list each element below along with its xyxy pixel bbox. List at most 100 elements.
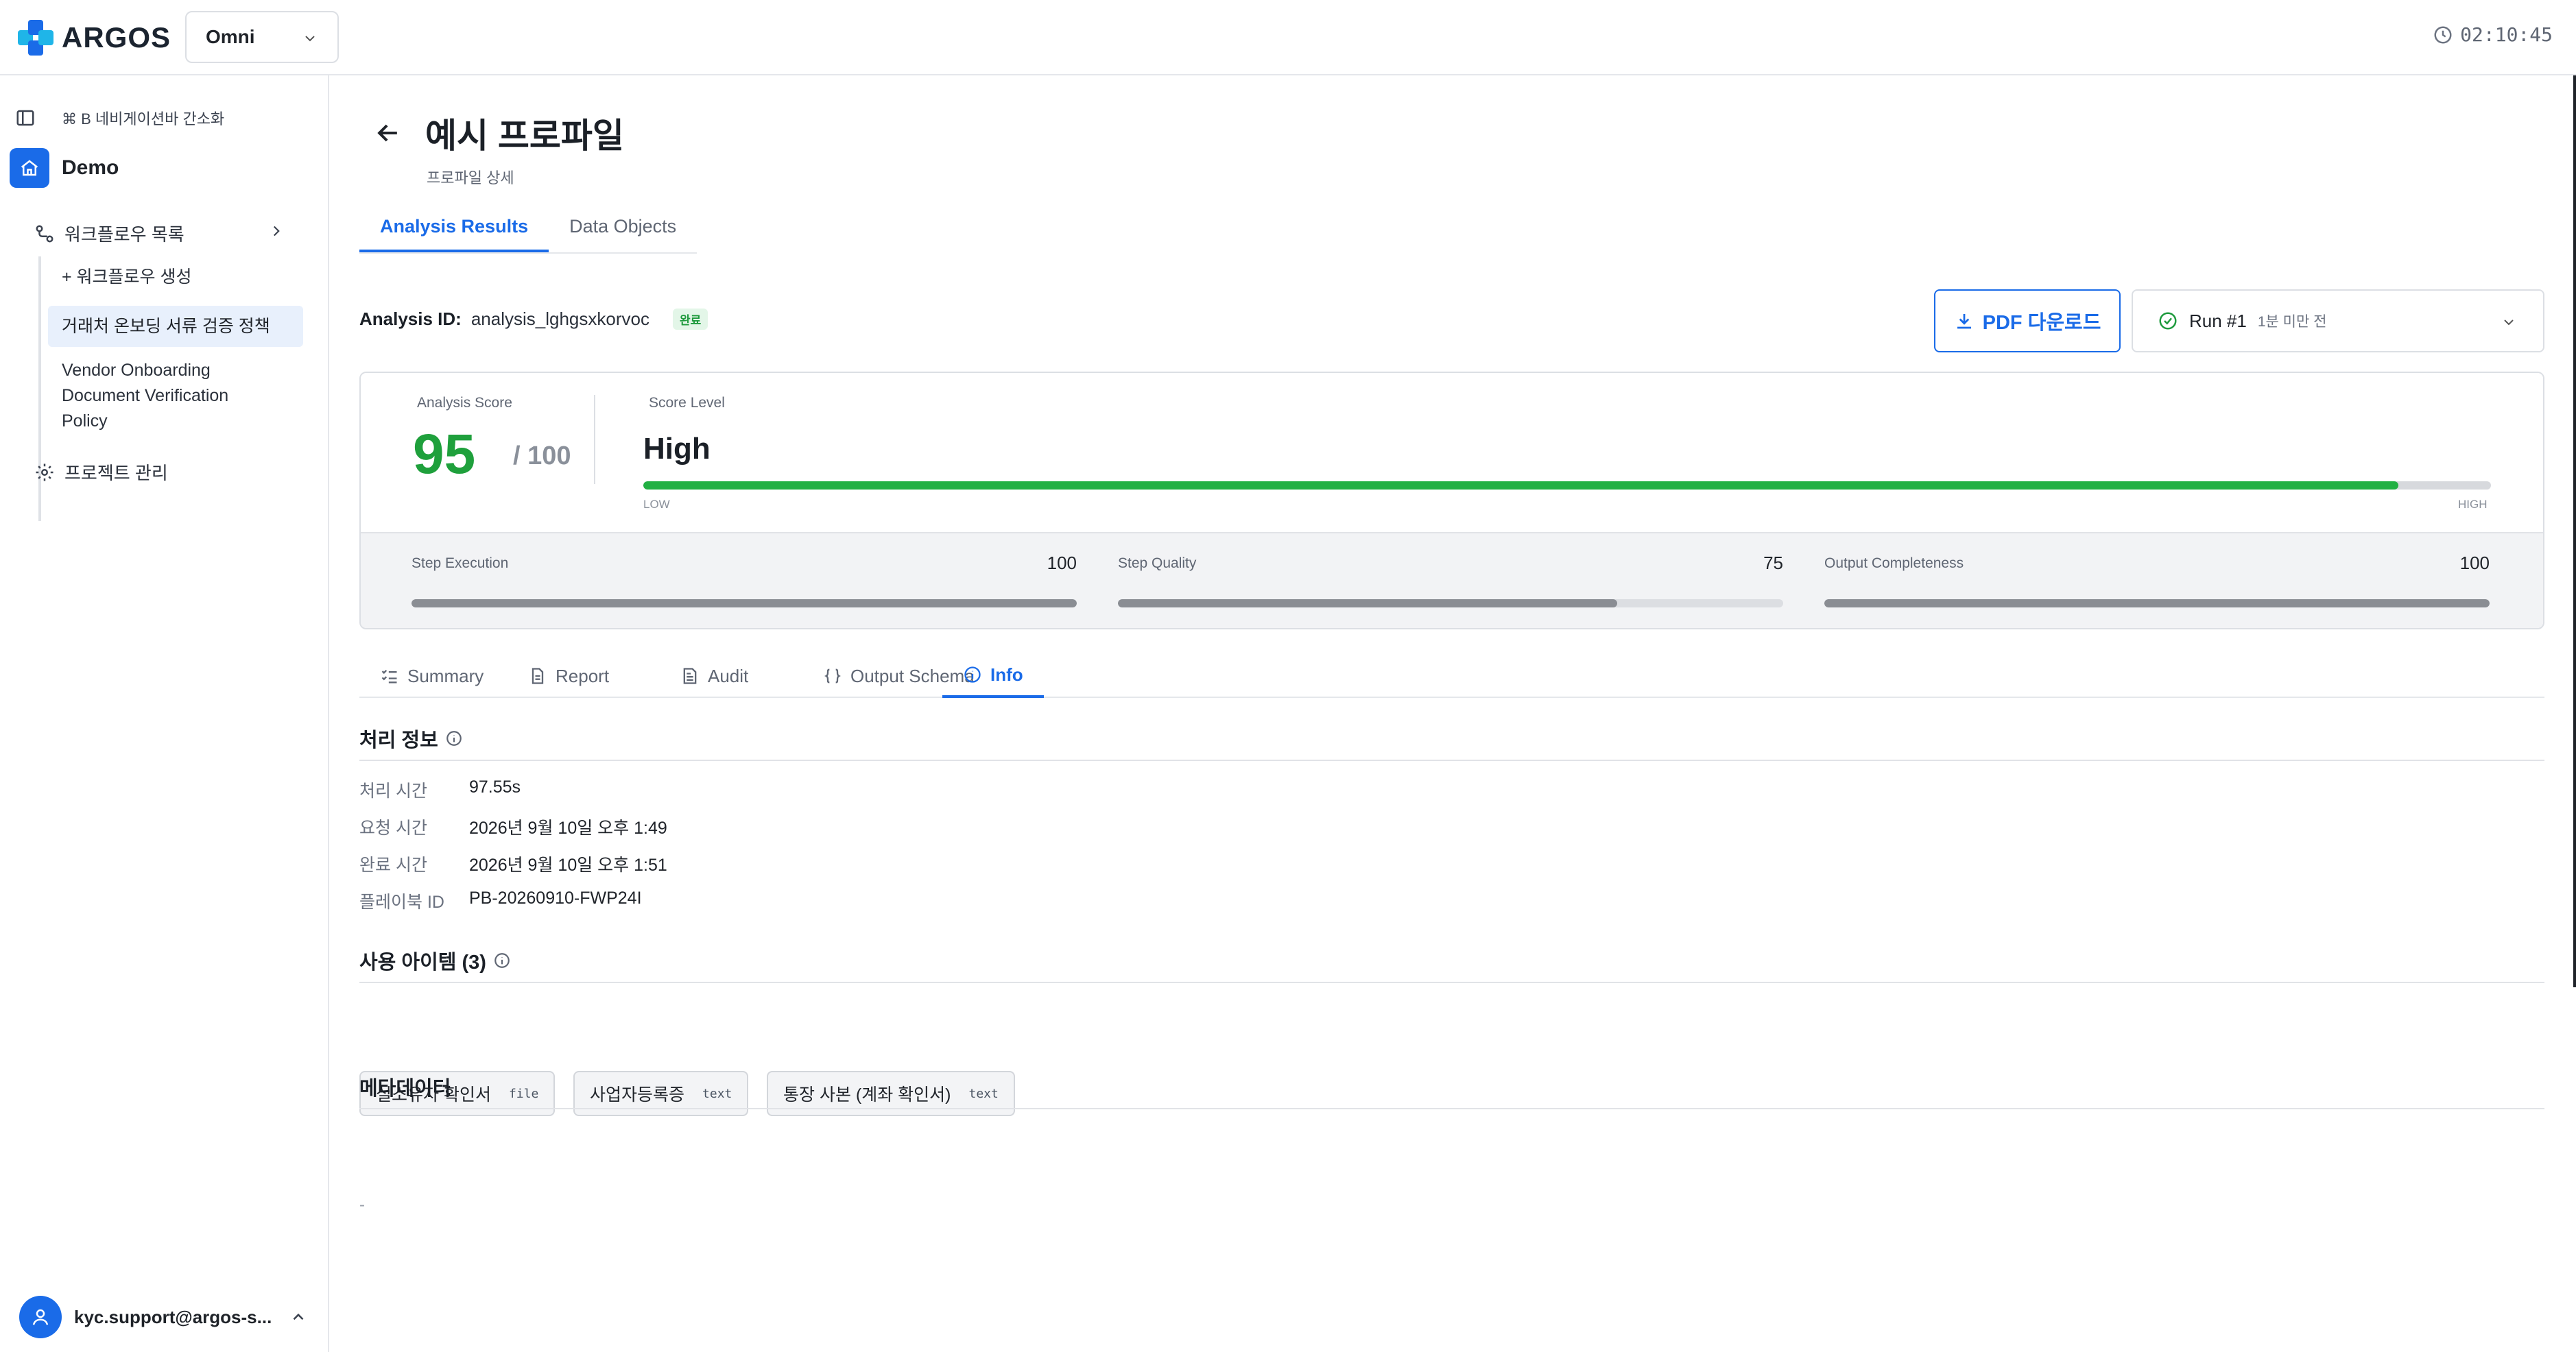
sidebar: ⌘ B 네비게이션바 간소화 Demo 워크플로우 목록 + 워크플로우 생성 … — [0, 75, 329, 1352]
tab-report[interactable]: Report — [528, 654, 609, 698]
info-key: 요청 시간 — [359, 819, 427, 838]
score-level-bar-fill — [643, 481, 2399, 490]
chevron-up-icon — [293, 1313, 304, 1320]
metric-value: 75 — [1763, 553, 1783, 573]
scrollbar[interactable] — [2573, 75, 2576, 987]
sidebar-item-project-settings[interactable]: 프로젝트 관리 — [34, 459, 168, 485]
tab-summary[interactable]: Summary — [380, 654, 484, 698]
section-divider — [359, 1108, 2544, 1109]
avatar — [19, 1296, 62, 1338]
info-icon[interactable] — [445, 729, 463, 747]
metadata-value: - — [359, 1196, 365, 1214]
logo-text: ARGOS — [62, 21, 171, 53]
info-row-request-time: 요청 시간 2026년 9월 10일 오후 1:49 — [359, 814, 667, 839]
analysis-id: Analysis ID: analysis_lghgsxkorvoc 완료 — [359, 309, 708, 330]
item-chip[interactable]: 사업자등록증 text — [573, 1071, 749, 1116]
score-level-low: LOW — [643, 498, 670, 511]
info-key: 완료 시간 — [359, 856, 427, 875]
info-icon[interactable] — [493, 952, 511, 969]
info-row-processing-time: 처리 시간 97.55s — [359, 777, 521, 802]
page-title: 예시 프로파일 — [425, 117, 624, 155]
back-arrow-icon[interactable] — [373, 118, 403, 148]
metric-bar — [1824, 599, 2490, 607]
sidebar-item-create-workflow[interactable]: + 워크플로우 생성 — [48, 265, 303, 290]
info-value: 2026년 9월 10일 오후 1:49 — [469, 819, 667, 838]
tab-label: Audit — [708, 665, 749, 686]
sidebar-item-label: 프로젝트 관리 — [64, 463, 168, 483]
tab-label: Report — [556, 665, 610, 686]
section-title-text: 사용 아이템 (3) — [359, 952, 486, 974]
metric-bar-fill — [1118, 599, 1617, 607]
info-icon — [964, 666, 981, 683]
divider — [594, 395, 595, 484]
check-circle-icon — [2159, 312, 2177, 330]
metric-bar — [1118, 599, 1783, 607]
analysis-score-max: / 100 — [513, 442, 571, 470]
analysis-id-value: analysis_lghgsxkorvoc — [470, 309, 649, 329]
sidebar-toggle-label: ⌘ B 네비게이션바 간소화 — [62, 110, 225, 128]
info-value: 97.55s — [469, 777, 521, 797]
score-level-label: Score Level — [649, 395, 725, 411]
item-chip-name: 통장 사본 (계좌 확인서) — [783, 1085, 951, 1104]
chevron-down-icon — [2504, 319, 2514, 326]
status-badge: 완료 — [672, 309, 708, 330]
processing-info-title: 처리 정보 — [359, 724, 463, 753]
analysis-id-label: Analysis ID: — [359, 309, 462, 329]
document-icon — [532, 668, 544, 684]
tab-data-objects[interactable]: Data Objects — [549, 210, 697, 252]
section-title-text: 처리 정보 — [359, 729, 438, 751]
user-menu[interactable]: kyc.support@argos-s... — [19, 1296, 314, 1338]
info-value: 2026년 9월 10일 오후 1:51 — [469, 856, 667, 875]
section-title-text: 메타데이터 — [359, 1078, 451, 1100]
pdf-download-button[interactable]: PDF 다운로드 — [1934, 289, 2121, 352]
audit-icon — [683, 668, 697, 684]
project-selector[interactable]: Demo — [10, 148, 119, 188]
metric-name: Step Quality — [1118, 555, 1197, 571]
metric-value: 100 — [2459, 553, 2490, 573]
project-name: Demo — [62, 156, 119, 179]
score-level-value: High — [643, 432, 711, 466]
tab-analysis-results[interactable]: Analysis Results — [359, 210, 549, 252]
tab-info[interactable]: Info — [942, 654, 1044, 698]
analysis-score-value: 95 — [413, 423, 476, 485]
tab-label: Info — [990, 664, 1023, 685]
braces-icon — [824, 668, 841, 684]
metric-value: 100 — [1047, 553, 1077, 573]
chevron-down-icon — [305, 36, 315, 42]
section-divider — [359, 760, 2544, 761]
sidebar-item-workflows[interactable]: 워크플로우 목록 — [34, 221, 295, 246]
info-key: 처리 시간 — [359, 782, 427, 801]
metric-bar — [412, 599, 1077, 607]
metric-bar-fill — [412, 599, 1077, 607]
run-select[interactable]: Run #1 1분 미만 전 — [2132, 289, 2544, 352]
tab-audit[interactable]: Audit — [680, 654, 748, 698]
section-divider — [359, 982, 2544, 983]
item-chip[interactable]: 통장 사본 (계좌 확인서) text — [767, 1071, 1015, 1116]
list-check-icon — [381, 670, 397, 684]
chevron-right-icon[interactable] — [267, 222, 285, 240]
score-level-bar — [643, 481, 2491, 490]
metric-bar-fill — [1824, 599, 2490, 607]
analysis-score-label: Analysis Score — [417, 395, 512, 411]
workflow-icon — [36, 225, 53, 242]
pdf-download-label: PDF 다운로드 — [1982, 312, 2101, 334]
metric-name: Step Execution — [412, 555, 509, 571]
download-icon — [1957, 314, 1971, 329]
sidebar-collapse-toggle[interactable]: ⌘ B 네비게이션바 간소화 — [15, 107, 224, 129]
session-clock: 02:10:45 — [2433, 23, 2553, 46]
score-card-summary: Analysis Score 95 / 100 Score Level High… — [361, 373, 2543, 532]
info-key: 플레이북 ID — [359, 893, 444, 912]
user-icon — [32, 1309, 49, 1325]
sidebar-panel-icon — [16, 110, 34, 126]
top-bar: ARGOS Omni 02:10:45 — [0, 0, 2576, 75]
item-chip-type: text — [702, 1086, 732, 1101]
metric-name: Output Completeness — [1824, 555, 1964, 571]
workspace-select[interactable]: Omni — [185, 11, 339, 63]
sidebar-item-workflow-en[interactable]: Vendor Onboarding Document Verification … — [48, 358, 254, 434]
clock-icon — [2434, 26, 2452, 43]
page-tabs: Analysis Results Data Objects — [359, 210, 697, 254]
argos-logo[interactable]: ARGOS — [18, 19, 171, 56]
gear-icon — [36, 463, 53, 481]
score-level-high: HIGH — [2458, 498, 2488, 511]
sidebar-item-workflow-kr[interactable]: 거래처 온보딩 서류 검증 정책 — [48, 306, 303, 347]
